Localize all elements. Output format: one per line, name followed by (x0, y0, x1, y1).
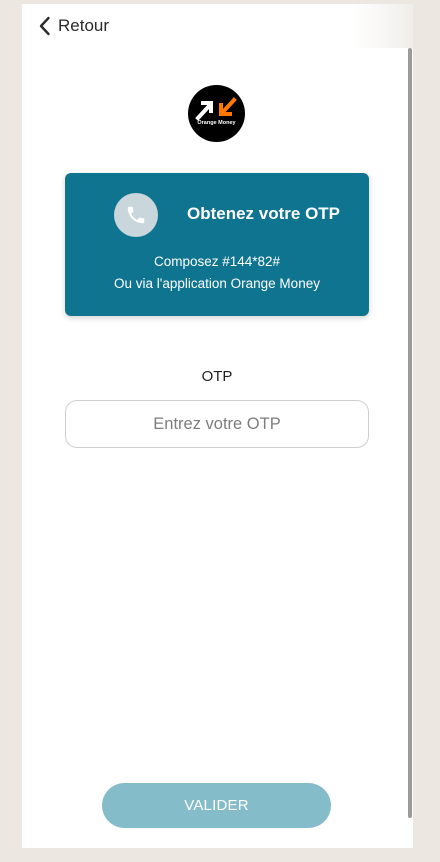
otp-card-app-instruction: Ou via l'application Orange Money (114, 276, 320, 291)
otp-card-ussd-instruction: Composez #144*82# (153, 254, 281, 269)
chevron-left-icon (38, 16, 52, 36)
back-label: Retour (58, 16, 110, 35)
scrollbar[interactable] (408, 48, 412, 818)
logo-text: Orange Money (197, 120, 236, 126)
back-button[interactable]: Retour (38, 14, 109, 38)
otp-input[interactable] (65, 400, 369, 448)
phone-icon (114, 193, 158, 237)
orange-money-logo: Orange Money (188, 85, 245, 142)
otp-info-card: Obtenez votre OTP Composez #144*82# Ou v… (65, 173, 369, 316)
header-fade (353, 4, 413, 48)
validate-button[interactable]: VALIDER (102, 783, 331, 828)
otp-field-label: OTP (201, 368, 233, 385)
otp-card-title: Obtenez votre OTP (187, 204, 341, 223)
